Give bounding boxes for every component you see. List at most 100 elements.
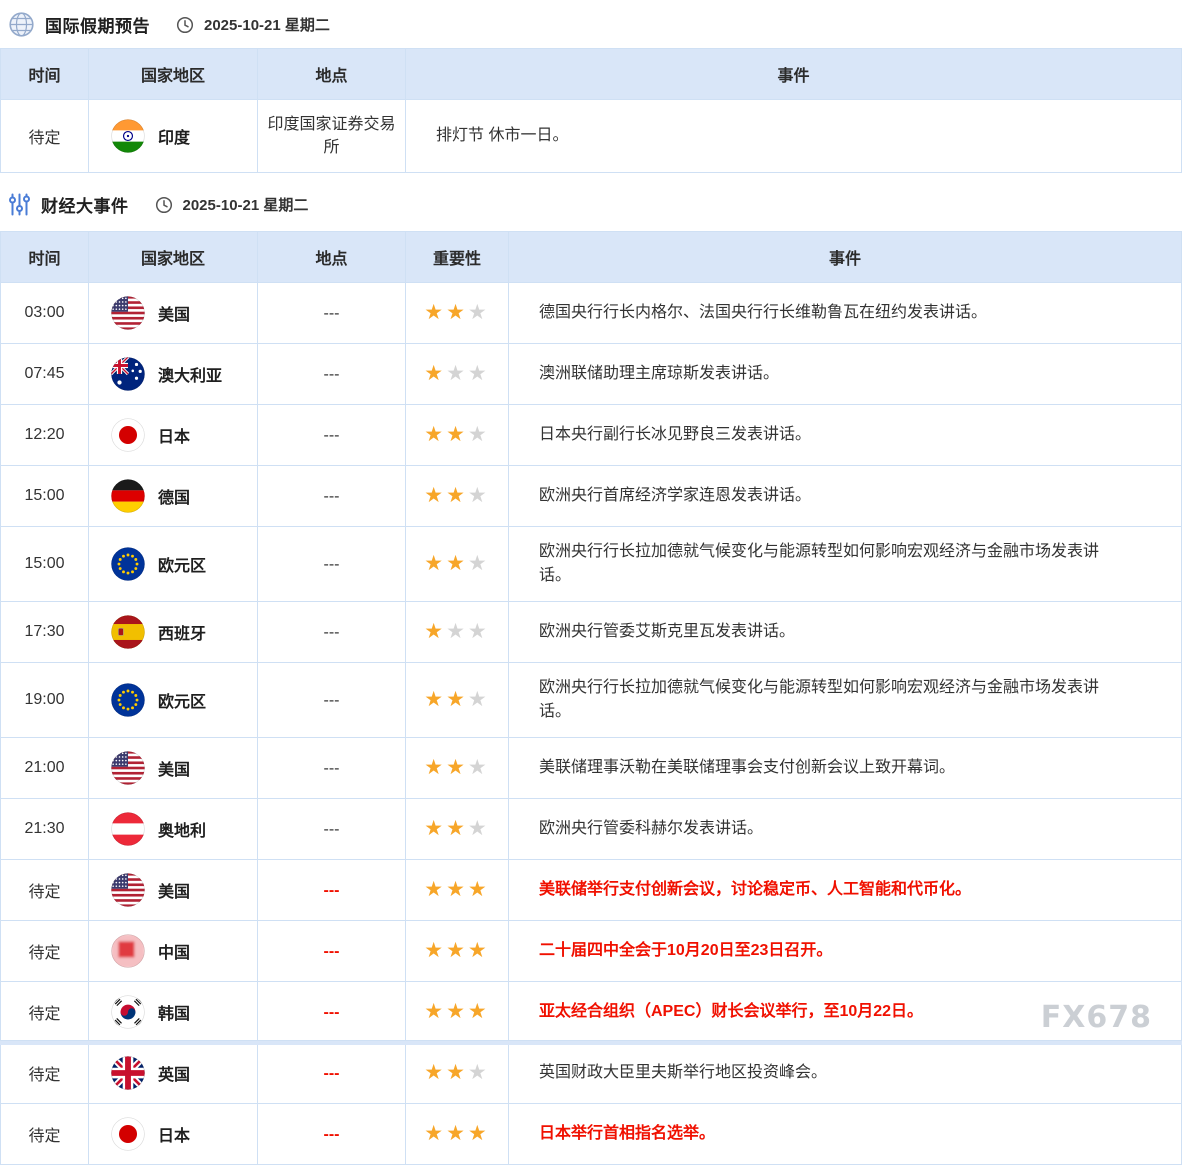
star-icon: ★: [468, 423, 490, 446]
time-cell: 19:00: [1, 663, 89, 738]
star-icon: ★: [446, 1000, 468, 1023]
star-icon: ★: [446, 484, 468, 507]
eurozone-flag-icon: [111, 683, 145, 717]
star-icon: ★: [468, 620, 490, 643]
location-cell: ---: [258, 982, 406, 1043]
bottom-table-edge: [0, 1040, 1182, 1045]
location-cell: ---: [258, 527, 406, 602]
star-icon: ★: [446, 1061, 468, 1084]
star-icon: ★: [424, 756, 446, 779]
star-icon: ★: [424, 688, 446, 711]
event-row: 15:00欧元区---★★★欧洲央行行长拉加德就气候变化与能源转型如何影响宏观经…: [1, 527, 1182, 602]
country-cell: 欧元区: [89, 527, 258, 602]
watermark: FX678: [1041, 1000, 1152, 1035]
holiday-row: 待定印度印度国家证券交易所排灯节 休市一日。: [1, 100, 1182, 173]
event-row: 待定英国---★★★英国财政大臣里夫斯举行地区投资峰会。: [1, 1043, 1182, 1104]
star-icon: ★: [424, 484, 446, 507]
events-table: 时间国家地区地点重要性事件03:00美国---★★★德国央行行长内格尔、法国央行…: [0, 231, 1182, 1165]
event-row: 07:45澳大利亚---★★★澳洲联储助理主席琼斯发表讲话。: [1, 344, 1182, 405]
country-name: 欧元区: [158, 552, 206, 576]
importance-cell: ★★★: [406, 283, 509, 344]
country-name: 欧元区: [158, 688, 206, 712]
star-icon: ★: [446, 1122, 468, 1145]
importance-cell: ★★★: [406, 860, 509, 921]
holiday-section-title: 国际假期预告: [45, 12, 150, 37]
southkorea-flag-icon: [111, 995, 145, 1029]
column-header-time: 时间: [1, 232, 89, 283]
japan-flag-icon: [111, 1117, 145, 1151]
event-cell: 美联储举行支付创新会议，讨论稳定币、人工智能和代币化。: [509, 860, 1182, 921]
star-icon: ★: [424, 362, 446, 385]
austria-flag-icon: [111, 812, 145, 846]
country-cell: 韩国: [89, 982, 258, 1043]
time-cell: 21:30: [1, 799, 89, 860]
india-flag-icon: [111, 119, 145, 153]
country-cell: 日本: [89, 1104, 258, 1165]
location-cell: ---: [258, 1104, 406, 1165]
importance-cell: ★★★: [406, 1104, 509, 1165]
country-name: 美国: [158, 756, 190, 780]
star-icon: ★: [468, 1061, 490, 1084]
australia-flag-icon: [111, 357, 145, 391]
column-header-country: 国家地区: [89, 232, 258, 283]
location-cell: ---: [258, 738, 406, 799]
japan-flag-icon: [111, 418, 145, 452]
usa-flag-icon: [111, 751, 145, 785]
star-icon: ★: [468, 552, 490, 575]
event-cell: 欧洲央行行长拉加德就气候变化与能源转型如何影响宏观经济与金融市场发表讲话。: [509, 663, 1182, 738]
event-row: 21:30奥地利---★★★欧洲央行管委科赫尔发表讲话。: [1, 799, 1182, 860]
time-cell: 17:30: [1, 602, 89, 663]
location-cell: ---: [258, 602, 406, 663]
star-icon: ★: [424, 620, 446, 643]
star-icon: ★: [446, 878, 468, 901]
country-name: 奥地利: [158, 817, 206, 841]
country-cell: 美国: [89, 283, 258, 344]
time-cell: 15:00: [1, 466, 89, 527]
table-header-row: 时间国家地区地点事件: [1, 49, 1182, 100]
country-name: 英国: [158, 1061, 190, 1085]
holiday-table: 时间国家地区地点事件待定印度印度国家证券交易所排灯节 休市一日。: [0, 48, 1182, 173]
country-cell: 印度: [89, 100, 258, 173]
table-header-row: 时间国家地区地点重要性事件: [1, 232, 1182, 283]
event-cell: 欧洲央行管委科赫尔发表讲话。: [509, 799, 1182, 860]
importance-cell: ★★★: [406, 527, 509, 602]
star-icon: ★: [468, 688, 490, 711]
location-cell: ---: [258, 860, 406, 921]
event-cell: 日本央行副行长冰见野良三发表讲话。: [509, 405, 1182, 466]
star-icon: ★: [468, 362, 490, 385]
event-cell: 二十届四中全会于10月20日至23日召开。: [509, 921, 1182, 982]
country-cell: 德国: [89, 466, 258, 527]
star-icon: ★: [468, 817, 490, 840]
star-icon: ★: [468, 301, 490, 324]
star-icon: ★: [446, 688, 468, 711]
event-row: 21:00美国---★★★美联储理事沃勒在美联储理事会支付创新会议上致开幕词。: [1, 738, 1182, 799]
event-row: 待定美国---★★★美联储举行支付创新会议，讨论稳定币、人工智能和代币化。: [1, 860, 1182, 921]
column-header-importance: 重要性: [406, 232, 509, 283]
column-header-location: 地点: [258, 232, 406, 283]
event-cell: 欧洲央行行长拉加德就气候变化与能源转型如何影响宏观经济与金融市场发表讲话。: [509, 527, 1182, 602]
time-cell: 待定: [1, 921, 89, 982]
event-row: 待定韩国---★★★亚太经合组织（APEC）财长会议举行，至10月22日。: [1, 982, 1182, 1043]
spain-flag-icon: [111, 615, 145, 649]
country-name: 日本: [158, 1122, 190, 1146]
event-cell: 德国央行行长内格尔、法国央行行长维勒鲁瓦在纽约发表讲话。: [509, 283, 1182, 344]
country-cell: 日本: [89, 405, 258, 466]
country-name: 中国: [158, 939, 190, 963]
globe-icon: [8, 11, 35, 38]
country-name: 德国: [158, 484, 190, 508]
column-header-event: 事件: [509, 232, 1182, 283]
importance-cell: ★★★: [406, 466, 509, 527]
importance-cell: ★★★: [406, 602, 509, 663]
event-cell: 英国财政大臣里夫斯举行地区投资峰会。: [509, 1043, 1182, 1104]
star-icon: ★: [424, 301, 446, 324]
location-cell: ---: [258, 283, 406, 344]
location-cell: ---: [258, 921, 406, 982]
star-icon: ★: [446, 423, 468, 446]
star-icon: ★: [424, 1000, 446, 1023]
star-icon: ★: [446, 362, 468, 385]
country-cell: 英国: [89, 1043, 258, 1104]
event-cell: 排灯节 休市一日。: [406, 100, 1182, 173]
importance-cell: ★★★: [406, 921, 509, 982]
location-cell: ---: [258, 466, 406, 527]
star-icon: ★: [468, 1122, 490, 1145]
